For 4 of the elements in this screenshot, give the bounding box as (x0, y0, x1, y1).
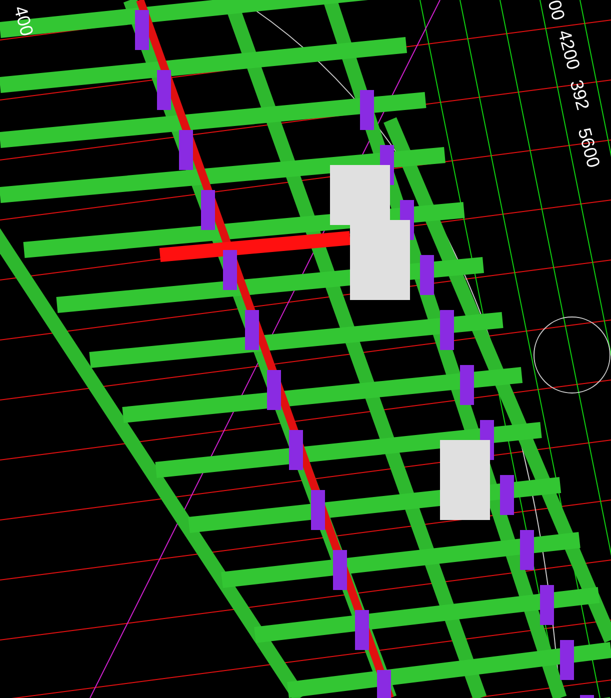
dimension-label: 4200 (554, 28, 584, 72)
dimension-label: 5600 (574, 126, 604, 170)
dimension-label: 400 (10, 4, 38, 38)
dimension-label: 392 (566, 78, 594, 112)
